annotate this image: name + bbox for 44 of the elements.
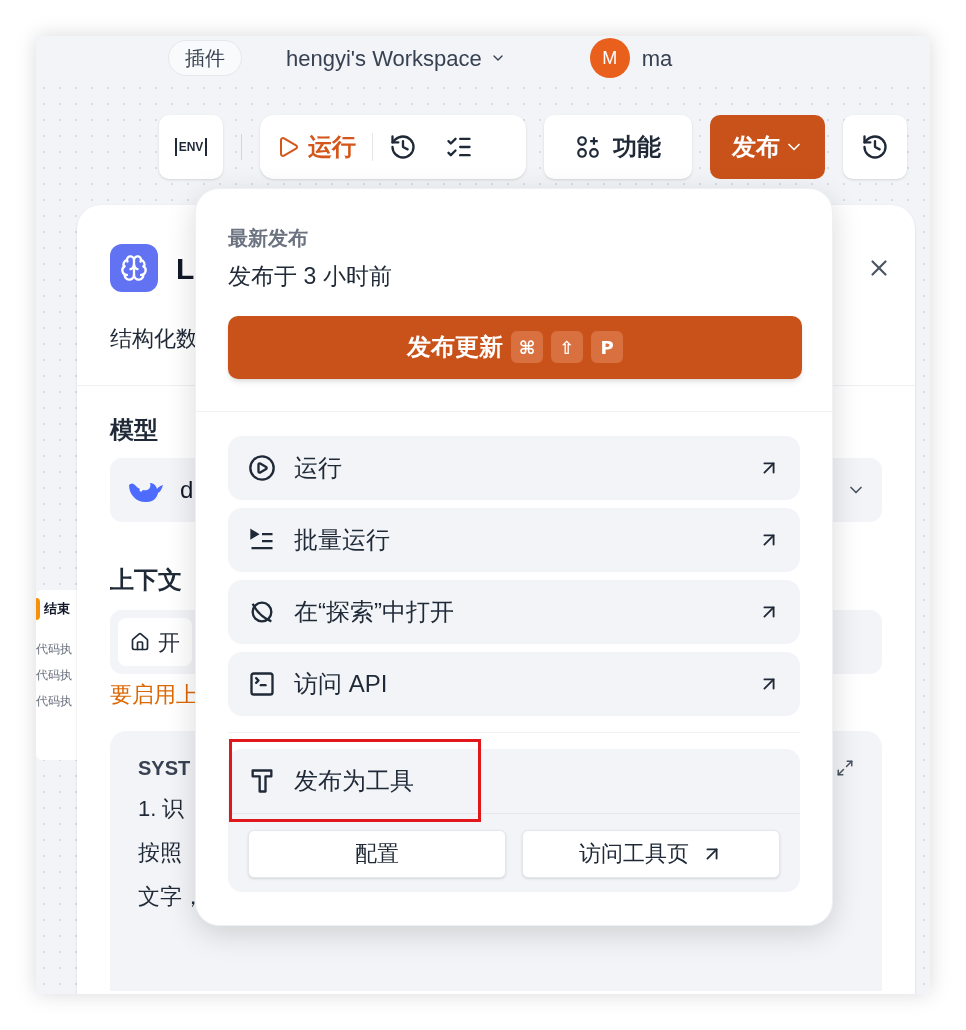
features-icon: [575, 134, 601, 160]
node-title: 结束: [44, 600, 70, 619]
publish-button[interactable]: 发布: [710, 115, 825, 179]
tool-action-button[interactable]: 配置: [248, 829, 506, 878]
publish-action-item[interactable]: 在“探索”中打开: [228, 579, 800, 644]
history-icon: [861, 133, 889, 161]
prompt-text-line: 文字，: [138, 883, 204, 911]
node-description: 结构化数: [110, 325, 198, 353]
run-history-icon[interactable]: [389, 133, 417, 161]
home-icon: [130, 632, 150, 652]
shortcut-key: P: [591, 331, 623, 363]
node-title: L: [176, 250, 195, 287]
prompt-text-line: 1. 识: [138, 795, 185, 823]
shortcut-key: ⌘: [511, 331, 543, 363]
shortcut-key: ⇧: [551, 331, 583, 363]
prompt-text-line: 按照: [138, 839, 182, 867]
tool-action-button[interactable]: 访问工具页: [522, 829, 780, 878]
run-button[interactable]: 运行: [276, 129, 356, 165]
user-name[interactable]: ma: [641, 41, 673, 75]
node-item: 代码执: [36, 693, 73, 710]
section-label: 最新发布: [228, 226, 309, 251]
node-item: 代码执: [36, 667, 73, 684]
end-node[interactable]: 结束 代码执 代码执 代码执: [36, 590, 77, 760]
node-item: 代码执: [36, 641, 73, 658]
context-chip: 开: [118, 618, 192, 666]
prompt-label: SYST: [138, 756, 191, 781]
publish-time: 发布于 3 小时前: [228, 262, 393, 291]
publish-update-button[interactable]: 发布更新 ⌘ ⇧ P: [228, 315, 802, 379]
version-history-button[interactable]: [843, 115, 907, 179]
play-circle-icon: [248, 453, 276, 482]
llm-node-badge: [110, 244, 158, 292]
context-warning: 要启用上: [110, 681, 198, 709]
publish-action-item[interactable]: 批量运行: [228, 507, 800, 572]
section-label: 模型: [110, 415, 158, 445]
section-title: 发布为工具: [294, 765, 414, 796]
publish-action-item[interactable]: 访问 API: [228, 651, 800, 716]
expand-icon[interactable]: [836, 759, 854, 777]
workspace-selector[interactable]: hengyi's Workspace: [286, 41, 506, 75]
env-button[interactable]: ENV: [159, 115, 223, 179]
terminal-icon: [248, 669, 276, 698]
features-button[interactable]: 功能: [544, 115, 692, 179]
section-label: 上下文: [110, 565, 182, 595]
plugins-tab[interactable]: 插件: [168, 40, 242, 76]
publish-action-item[interactable]: 运行: [228, 435, 800, 500]
